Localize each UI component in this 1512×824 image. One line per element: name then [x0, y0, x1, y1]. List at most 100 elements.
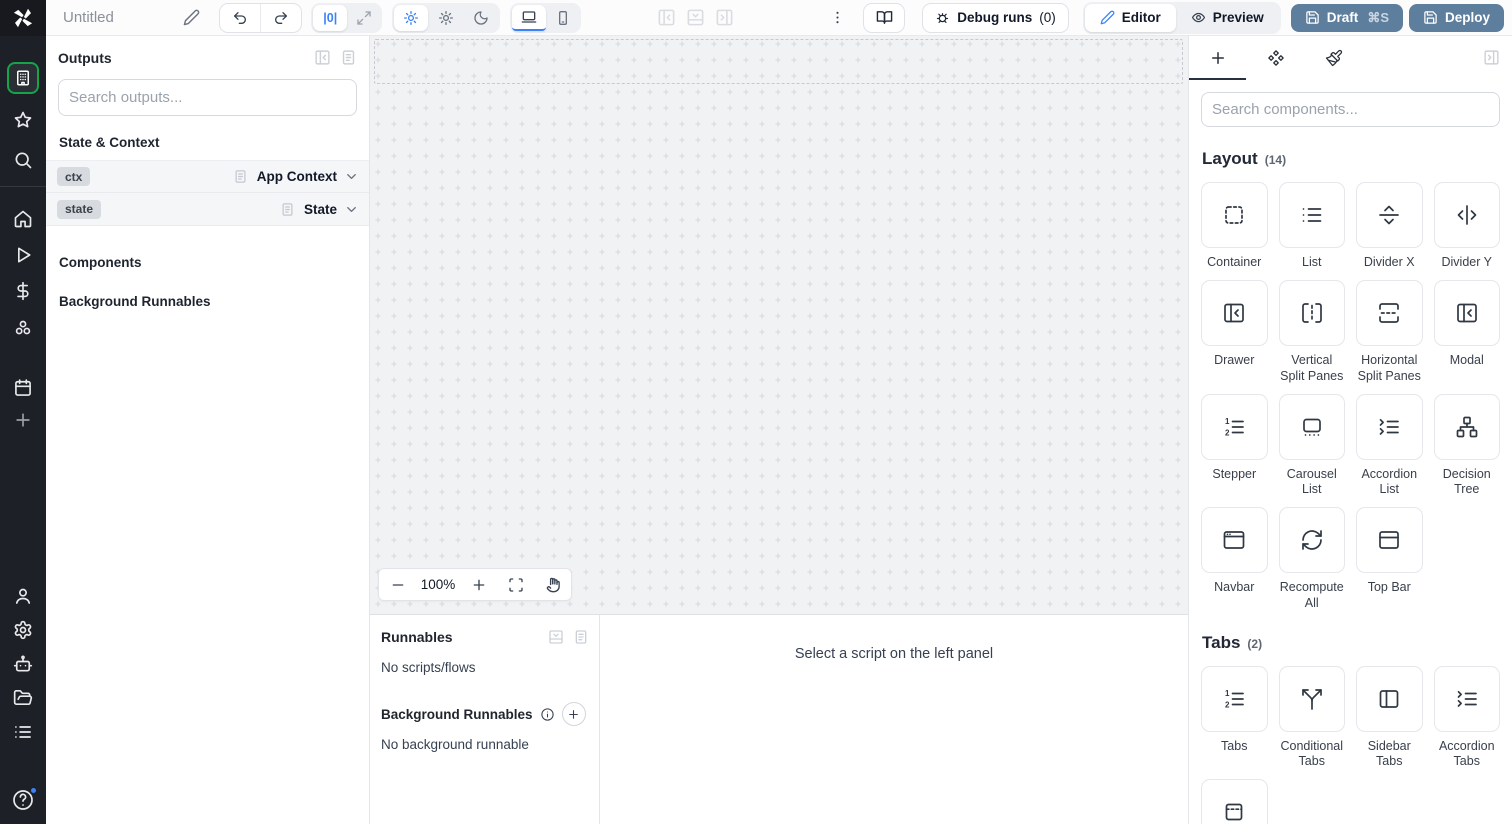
- collapse-bottom-icon[interactable]: [548, 629, 564, 645]
- component-card-accordion-list[interactable]: Accordion List: [1356, 393, 1423, 498]
- component-card-box[interactable]: 12: [1201, 393, 1268, 460]
- component-card-box[interactable]: [1433, 393, 1500, 460]
- sidebar-item-app-builder-active[interactable]: [7, 62, 39, 94]
- component-card-recompute-all[interactable]: Recompute All: [1278, 507, 1345, 611]
- edit-title-button[interactable]: [178, 5, 204, 31]
- tab-component-settings[interactable]: [1247, 36, 1305, 80]
- zoom-reset-button[interactable]: |0|: [313, 4, 348, 31]
- fit-view-button[interactable]: [497, 569, 534, 600]
- component-card-container[interactable]: Container: [1201, 182, 1268, 270]
- preview-tab[interactable]: Preview: [1176, 4, 1279, 32]
- folders-icon[interactable]: [13, 688, 33, 708]
- output-row-ctx[interactable]: ctx App Context: [46, 160, 369, 193]
- component-card-stepper[interactable]: 1 2 Stepper: [1201, 393, 1268, 498]
- logs-icon[interactable]: [13, 722, 33, 742]
- docs-button[interactable]: [863, 2, 906, 33]
- doc-list-icon[interactable]: [573, 629, 589, 645]
- components-scroll-area[interactable]: Layout (14) Container List Divider X Divider …: [1189, 80, 1512, 824]
- panel-bottom-toggle-icon[interactable]: [686, 8, 705, 27]
- output-row-state[interactable]: state State: [46, 193, 369, 226]
- component-card-tabs[interactable]: 1 2 Tabs: [1201, 665, 1268, 770]
- chevron-down-icon[interactable]: [344, 202, 359, 217]
- component-card-divider-x[interactable]: Divider X: [1356, 182, 1423, 270]
- expand-canvas-button[interactable]: [348, 5, 380, 31]
- component-card-list[interactable]: List: [1278, 182, 1345, 270]
- runs-icon[interactable]: [13, 245, 33, 265]
- panel-left-toggle-icon[interactable]: [657, 8, 676, 27]
- undo-button[interactable]: [220, 4, 260, 32]
- app-canvas[interactable]: 100%: [370, 36, 1188, 615]
- component-card-box[interactable]: [1356, 393, 1423, 460]
- component-card-box[interactable]: [1278, 182, 1345, 248]
- component-card-navbar[interactable]: Navbar: [1201, 507, 1268, 611]
- theme-auto-button[interactable]: [394, 4, 429, 31]
- component-card-modal[interactable]: Modal: [1433, 280, 1500, 384]
- component-card-box[interactable]: [1433, 182, 1500, 248]
- component-card-box[interactable]: [1433, 665, 1500, 732]
- component-card-horizontal-split-panes[interactable]: Horizontal Split Panes: [1356, 280, 1423, 384]
- workers-icon[interactable]: [13, 654, 33, 674]
- component-card-invisible-tabs-icon[interactable]: [1201, 779, 1268, 824]
- component-card-box[interactable]: 12: [1201, 665, 1268, 732]
- component-card-top-bar[interactable]: Top Bar: [1356, 507, 1423, 611]
- desktop-view-button[interactable]: [512, 4, 547, 31]
- component-card-box[interactable]: [1356, 665, 1423, 732]
- draft-button[interactable]: Draft ⌘S: [1290, 3, 1403, 32]
- save-icon: [1305, 10, 1320, 25]
- plus-icon[interactable]: [13, 410, 33, 430]
- pan-tool-button[interactable]: [534, 569, 571, 600]
- component-card-box[interactable]: [1278, 507, 1345, 574]
- list-icon: [1300, 203, 1324, 227]
- component-card-box[interactable]: [1201, 280, 1268, 347]
- component-card-box[interactable]: [1278, 665, 1345, 732]
- component-card-box[interactable]: [1433, 280, 1500, 347]
- add-background-runnable-button[interactable]: [561, 702, 586, 726]
- component-card-vertical-split-panes[interactable]: Vertical Split Panes: [1278, 280, 1345, 384]
- component-card-box[interactable]: [1201, 779, 1268, 824]
- search-icon[interactable]: [13, 150, 33, 170]
- component-card-box[interactable]: [1278, 393, 1345, 460]
- zoom-out-button[interactable]: [379, 569, 416, 600]
- redo-button[interactable]: [261, 4, 301, 32]
- collapse-right-panel-icon[interactable]: [1483, 49, 1500, 66]
- theme-dark-button[interactable]: [464, 5, 498, 31]
- component-card-divider-y[interactable]: Divider Y: [1433, 182, 1500, 270]
- component-card-box[interactable]: [1356, 182, 1423, 248]
- resources-icon[interactable]: [13, 318, 33, 338]
- component-card-box[interactable]: [1356, 280, 1423, 347]
- component-card-decision-tree[interactable]: Decision Tree: [1433, 393, 1500, 498]
- debug-runs-button[interactable]: Debug runs (0): [922, 2, 1069, 33]
- editor-tab[interactable]: Editor: [1084, 3, 1176, 32]
- settings-icon[interactable]: [13, 620, 33, 640]
- schedules-icon[interactable]: [13, 378, 33, 398]
- component-card-sidebar-tabs[interactable]: Sidebar Tabs: [1356, 665, 1423, 770]
- component-card-carousel-list[interactable]: Carousel List: [1278, 393, 1345, 498]
- component-card-box[interactable]: [1278, 280, 1345, 347]
- chevron-down-icon[interactable]: [344, 169, 359, 184]
- canvas-drop-zone[interactable]: [374, 39, 1183, 84]
- doc-list-icon[interactable]: [340, 49, 357, 66]
- variables-icon[interactable]: [13, 281, 33, 301]
- panel-right-toggle-icon[interactable]: [715, 8, 734, 27]
- collapse-panel-icon[interactable]: [314, 49, 331, 66]
- component-card-accordion-tabs[interactable]: Accordion Tabs: [1433, 665, 1500, 770]
- tab-styling[interactable]: [1305, 36, 1363, 80]
- sidebar-item-help[interactable]: [11, 786, 38, 812]
- user-icon[interactable]: [13, 586, 33, 606]
- tab-insert-component[interactable]: [1189, 36, 1247, 80]
- theme-light-button[interactable]: [429, 5, 463, 31]
- component-card-drawer[interactable]: Drawer: [1201, 280, 1268, 384]
- star-icon[interactable]: [13, 110, 33, 130]
- component-card-box[interactable]: [1356, 507, 1423, 574]
- outputs-search-input[interactable]: [69, 89, 346, 106]
- component-card-conditional-tabs[interactable]: Conditional Tabs: [1278, 665, 1345, 770]
- components-search-input[interactable]: [1212, 101, 1489, 118]
- windmill-logo[interactable]: [0, 0, 46, 36]
- home-icon[interactable]: [13, 209, 33, 229]
- zoom-in-button[interactable]: [460, 569, 497, 600]
- mobile-view-button[interactable]: [547, 5, 579, 31]
- component-card-box[interactable]: [1201, 507, 1268, 574]
- deploy-button[interactable]: Deploy: [1408, 3, 1504, 32]
- component-card-box[interactable]: [1201, 182, 1268, 248]
- more-menu-button[interactable]: [824, 5, 850, 31]
